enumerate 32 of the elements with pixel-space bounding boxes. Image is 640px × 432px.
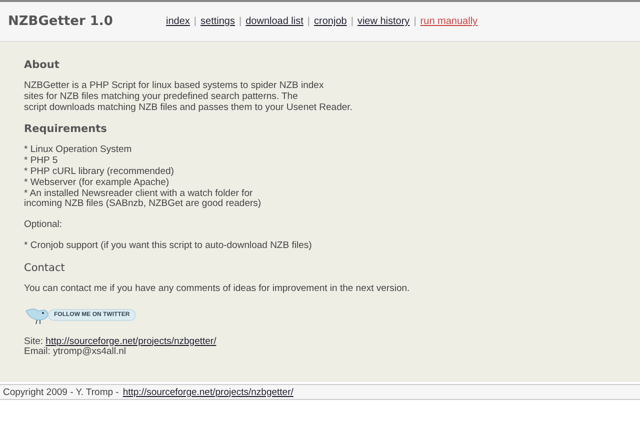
requirement-line: * PHP 5 [24, 156, 59, 167]
contact-text: You can contact me if you have any comments of ideas for improvement in the next version. [24, 284, 411, 295]
nav-link[interactable]: download list [246, 16, 304, 27]
nav-link[interactable]: run manually [420, 16, 478, 27]
email-text: Email: ytromp@xs4all.nl [24, 347, 128, 358]
nav-separator: | [414, 16, 416, 27]
site-label: Site: [24, 336, 44, 347]
section-heading: Contact [24, 262, 66, 274]
requirement-line: * Linux Operation System [24, 145, 133, 156]
footer-link[interactable]: http://sourceforge.net/projects/nzbgetter/ [122, 386, 294, 398]
copyright-text: Copyright 2009 - Y. Tromp - [3, 386, 119, 398]
section-heading: Requirements [24, 123, 108, 136]
site-link[interactable]: http://sourceforge.net/projects/nzbgetter/ [46, 336, 216, 347]
optional-line: * Cronjob support (if you want this script to auto-download NZB files) [24, 240, 313, 252]
optional-label: Optional: [24, 220, 64, 231]
nav-separator: | [307, 16, 310, 27]
requirement-line: * An installed Newsreader client with a watch folder for [24, 188, 254, 199]
site-title: NZBGetter 1.0 [8, 14, 114, 29]
nav-separator: | [194, 16, 197, 27]
nav-link[interactable]: view history [357, 16, 410, 27]
nav-link[interactable]: settings [200, 16, 235, 27]
requirement-line: * Webserver (for example Apache) [24, 178, 170, 189]
nav-separator: | [238, 16, 242, 27]
about-text-line: sites for NZB files matching your predefined search patterns. The [24, 92, 299, 103]
nav-link[interactable]: index [166, 16, 190, 27]
nav-link[interactable]: cronjob [314, 16, 347, 27]
about-text-line: script downloads matching NZB files and passes them to your Usenet Reader. [24, 102, 354, 114]
about-text-line: NZBGetter is a PHP Script for linux based systems to spider NZB index [24, 81, 325, 92]
requirement-line: incoming NZB files (SABnzb, NZBGet are good readers) [24, 199, 262, 210]
section-heading: About [24, 59, 60, 71]
requirement-line: * PHP cURL library (recommended) [24, 166, 175, 178]
nav-separator: | [350, 16, 354, 27]
